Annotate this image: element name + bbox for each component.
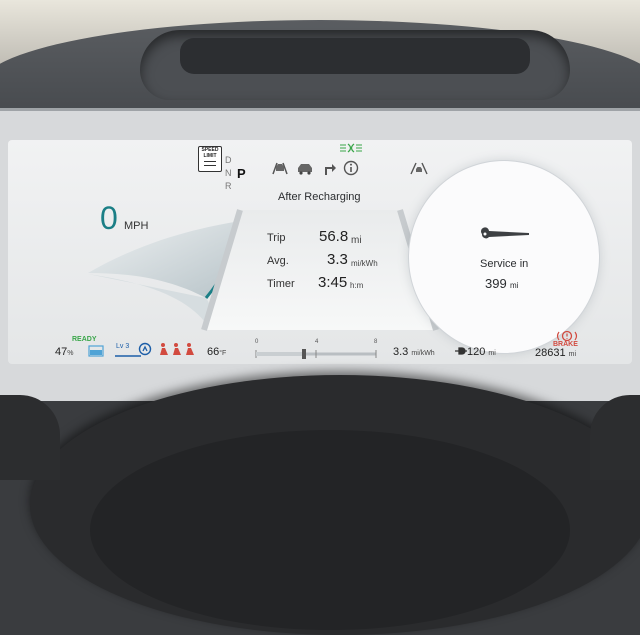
right-stalk <box>590 395 640 480</box>
wrench-icon <box>481 227 529 239</box>
odometer: 28631 mi <box>535 347 577 359</box>
lane-keep-icon <box>272 162 288 175</box>
charge-plug-icon <box>455 347 467 355</box>
seatbelt-warning-icon <box>160 343 194 355</box>
speed-limit-icon: SPEED LIMIT <box>198 146 222 172</box>
gear-d: D <box>225 155 232 165</box>
turn-arrow-icon <box>325 164 336 175</box>
driving-range: 120 mi <box>467 346 496 358</box>
regen-level: Lv 3 <box>116 343 130 350</box>
lane-follow-icon <box>410 162 428 175</box>
info-icon <box>343 160 359 176</box>
battery-icon <box>88 345 104 357</box>
gear-r: R <box>225 181 232 191</box>
efficiency-scale-max: 8 <box>374 339 378 345</box>
ready-indicator: READY <box>72 336 97 343</box>
forward-collision-icon <box>298 164 312 175</box>
steering-wheel-hub <box>90 430 570 630</box>
left-stalk <box>0 395 60 480</box>
service-label: Service in <box>480 258 529 270</box>
gear-p-active: P <box>237 166 246 181</box>
efficiency-scale-mid: 4 <box>315 339 319 345</box>
service-gauge <box>408 160 600 354</box>
gear-n: N <box>225 168 232 178</box>
trip-panel-title: After Recharging <box>278 191 361 203</box>
instrument-cluster-screen: SPEED LIMIT D N R P 0 MPH After Rechargi… <box>8 140 632 364</box>
hood-slot <box>180 38 530 74</box>
efficiency-scale-bar <box>255 349 377 359</box>
trip-panel-background <box>201 209 439 331</box>
headlight-indicator-icon <box>340 143 362 153</box>
regen-paddle-icon <box>138 342 152 356</box>
battery-percent: 47% <box>55 346 74 358</box>
efficiency-scale-min: 0 <box>255 339 259 345</box>
service-unit: mi <box>510 281 519 290</box>
efficiency-readout: 3.3 mi/kWh <box>393 346 435 358</box>
service-distance: 399 <box>485 276 507 291</box>
outside-temperature: 66°F <box>207 346 227 358</box>
